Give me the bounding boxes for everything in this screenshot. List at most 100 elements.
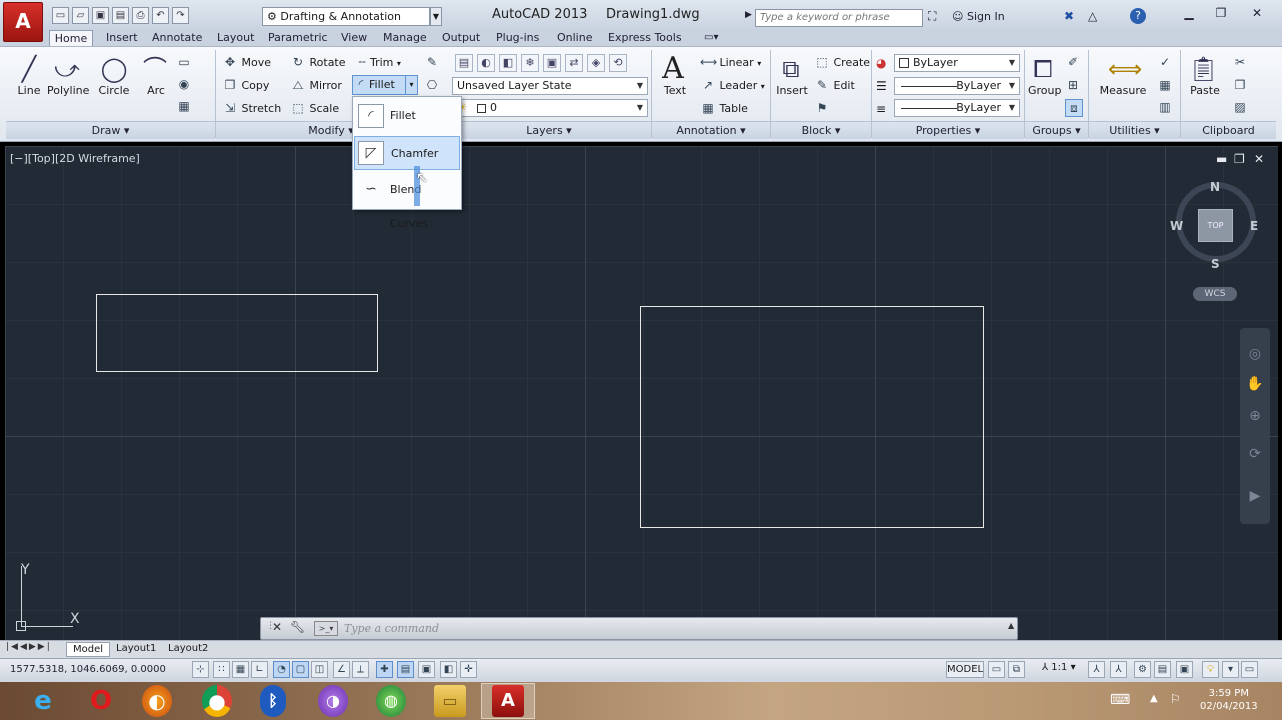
binoculars-icon[interactable]: ⛶ (928, 9, 936, 24)
snap-mode-icon[interactable]: ∷ (213, 661, 230, 678)
redo-icon[interactable]: ↷ (172, 7, 189, 24)
measure-tool[interactable]: ⟺ Measure (1096, 54, 1150, 97)
ungroup-button[interactable]: ✐ (1065, 54, 1081, 70)
linetype-dropdown[interactable]: ByLayer ▼ (894, 99, 1020, 117)
layer-lock-icon[interactable]: ▣ (543, 54, 561, 72)
calculator-button[interactable]: ▦ (1157, 77, 1173, 93)
dynamic-input-icon[interactable]: ✚ (376, 661, 393, 678)
layer-match-icon[interactable]: ⇄ (565, 54, 583, 72)
open-icon[interactable]: ▱ (72, 7, 89, 24)
layer-state-dropdown[interactable]: Unsaved Layer State ▼ (452, 77, 648, 95)
otrack-icon[interactable]: ∠ (333, 661, 350, 678)
tab-home[interactable]: Home (49, 30, 93, 47)
workspace-switching-icon[interactable]: ⚙ (1134, 661, 1151, 678)
auto-scale-icon[interactable]: ⅄ (1110, 661, 1127, 678)
ducs-icon[interactable]: ⟂ (352, 661, 369, 678)
save-icon[interactable]: ▣ (92, 7, 109, 24)
tab-layout1[interactable]: Layout1 (110, 642, 162, 657)
id-point-button[interactable]: ▥ (1157, 99, 1173, 115)
quick-properties-icon[interactable]: ◧ (440, 661, 457, 678)
move-button[interactable]: ✥ Move (222, 54, 271, 71)
close-button[interactable]: ✕ (1244, 4, 1270, 22)
grid-icon[interactable]: ▦ (232, 661, 249, 678)
showmotion-icon[interactable]: ▶ (1245, 486, 1265, 506)
tab-layout2[interactable]: Layout2 (162, 642, 214, 657)
wcs-menu[interactable]: WCS (1193, 287, 1237, 301)
hatch-button[interactable]: ◉ (176, 76, 192, 92)
system-clock[interactable]: 3:59 PM 02/04/2013 (1200, 687, 1258, 713)
clipboard-panel-title[interactable]: Clipboard (1181, 121, 1276, 139)
osnap-icon[interactable]: ▢ (292, 661, 309, 678)
rectangle-button[interactable]: ▭ (176, 54, 192, 70)
workspace-dropdown[interactable]: ⚙ Drafting & Annotation (262, 7, 430, 26)
chevron-up-icon[interactable]: ▲ (1008, 621, 1014, 630)
coordinates-display[interactable]: 1577.5318, 1046.6069, 0.0000 (10, 664, 166, 675)
selection-cycling-icon[interactable]: ✛ (460, 661, 477, 678)
copy-clip-button[interactable]: ❐ (1232, 77, 1248, 93)
create-block-button[interactable]: ⬚ Create (814, 54, 870, 71)
exchange-icon[interactable]: ✖ (1064, 9, 1074, 23)
internet-explorer-icon[interactable]: e (26, 685, 60, 717)
compass-south[interactable]: S (1211, 257, 1220, 271)
lineweight-toggle-icon[interactable]: ▤ (397, 661, 414, 678)
groups-panel-title[interactable]: Groups ▾ (1025, 121, 1088, 139)
polar-icon[interactable]: ◔ (273, 661, 290, 678)
mirror-button[interactable]: ⧍ Mirror (290, 77, 342, 94)
ortho-icon[interactable]: ∟ (251, 661, 268, 678)
block-attributes-button[interactable]: ⚑ (814, 100, 830, 116)
status-bar-menu-icon[interactable]: ▾ (1222, 661, 1239, 678)
rectangle-large[interactable] (640, 306, 984, 528)
viewport-restore-icon[interactable]: ❐ (1234, 152, 1245, 166)
match-clip-button[interactable]: ▨ (1232, 99, 1248, 115)
chevron-down-icon[interactable]: ▼ (430, 7, 442, 26)
clean-screen-icon[interactable]: ▭ (1241, 661, 1258, 678)
layers-panel-title[interactable]: Layers ▾ (447, 121, 651, 139)
command-input[interactable]: Type a command (344, 622, 439, 635)
block-panel-title[interactable]: Block ▾ (771, 121, 871, 139)
tab-layout[interactable]: Layout (217, 31, 254, 46)
group-selection-toggle[interactable]: ⧈ (1065, 99, 1083, 117)
compass-west[interactable]: W (1170, 219, 1183, 233)
properties-panel-title[interactable]: Properties ▾ (872, 121, 1024, 139)
circle-tool[interactable]: ◯ Circle (96, 54, 132, 97)
chrome-icon[interactable]: ● (202, 685, 232, 717)
3d-osnap-icon[interactable]: ◫ (311, 661, 328, 678)
undo-icon[interactable]: ↶ (152, 7, 169, 24)
insert-block-tool[interactable]: ⧉ Insert (776, 54, 808, 97)
group-edit-button[interactable]: ⊞ (1065, 77, 1081, 93)
quick-view-drawings-icon[interactable]: ⧉ (1008, 661, 1025, 678)
tab-express-tools[interactable]: Express Tools (608, 31, 682, 46)
rectangle-small[interactable] (96, 294, 378, 372)
leader-button[interactable]: ↗ Leader ▾ (700, 77, 765, 94)
model-space-toggle[interactable]: MODEL (946, 661, 984, 678)
stretch-button[interactable]: ⇲ Stretch (222, 100, 281, 117)
search-input[interactable]: Type a keyword or phrase (755, 9, 923, 27)
match-properties-icon[interactable]: ◕ (876, 56, 886, 70)
orbit-icon[interactable]: ⟳ (1245, 444, 1265, 464)
copy-button[interactable]: ❐ Copy (222, 77, 270, 94)
command-close-icon[interactable]: ✕ (272, 620, 282, 634)
tab-online[interactable]: Online (557, 31, 592, 46)
quick-view-layouts-icon[interactable]: ▭ (988, 661, 1005, 678)
show-hidden-icons-icon[interactable]: ▲ (1150, 693, 1158, 704)
compass-north[interactable]: N (1210, 180, 1220, 194)
erase-button[interactable]: ✎ (424, 54, 440, 70)
zoom-extents-icon[interactable]: ⊕ (1245, 406, 1265, 426)
compass-east[interactable]: E (1250, 219, 1258, 233)
notification-icon[interactable]: ⚐ (1170, 692, 1181, 706)
rotate-button[interactable]: ↻ Rotate (290, 54, 346, 71)
fillet-dropdown-arrow-icon[interactable]: ▾ (405, 76, 417, 94)
infer-constraints-icon[interactable]: ⊹ (192, 661, 209, 678)
layer-dropdown[interactable]: ☀0▼ (452, 99, 648, 117)
tab-view[interactable]: View (341, 31, 367, 46)
utilities-panel-title[interactable]: Utilities ▾ (1089, 121, 1180, 139)
layer-freeze-icon[interactable]: ❄ (521, 54, 539, 72)
line-tool[interactable]: ╱ Line (12, 54, 46, 97)
viewcube-top-face[interactable]: TOP (1198, 209, 1233, 242)
wrench-icon[interactable]: 🔧︎ (290, 620, 305, 634)
search-expand-icon[interactable]: ▶ (745, 10, 752, 20)
transparency-icon[interactable]: ▣ (418, 661, 435, 678)
layer-off-icon[interactable]: ◐ (477, 54, 495, 72)
cut-button[interactable]: ✂ (1232, 54, 1248, 70)
viewport-minimize-icon[interactable]: ▬ (1216, 152, 1227, 166)
